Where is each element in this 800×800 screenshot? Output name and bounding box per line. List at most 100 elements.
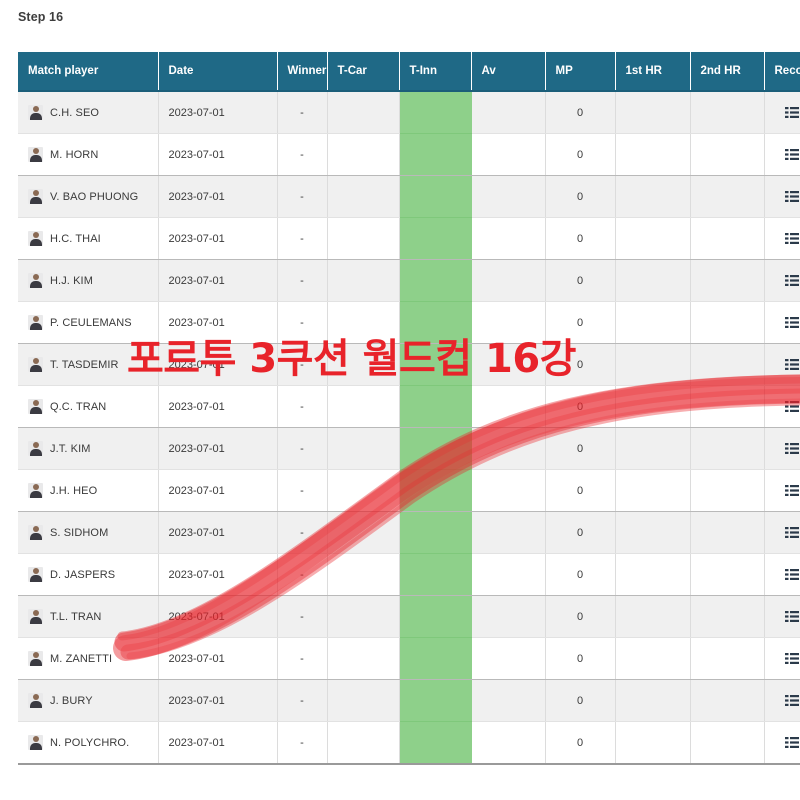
record-list-icon[interactable] — [784, 359, 799, 370]
cell-winner: - — [277, 301, 328, 344]
record-list-icon[interactable] — [784, 695, 799, 706]
player-avatar-icon — [28, 525, 43, 540]
record-list-icon[interactable] — [784, 149, 799, 160]
player-name: Q.C. TRAN — [50, 400, 107, 413]
player-name: H.C. THAI — [50, 232, 101, 245]
table-row[interactable]: H.C. THAI 2023-07-01- 0 — [18, 217, 800, 260]
cell-tinn — [399, 469, 472, 512]
cell-tcar — [327, 217, 400, 260]
cell-tinn — [399, 721, 472, 765]
table-body: C.H. SEO 2023-07-01-0 M. HORN 2023-07-01-0 V… — [18, 91, 800, 765]
step-label: Step 16 — [18, 10, 64, 24]
cell-record[interactable] — [764, 259, 800, 302]
cell-date: 2023-07-01 — [158, 469, 278, 512]
cell-record[interactable] — [764, 133, 800, 176]
player-name: J.H. HEO — [50, 484, 98, 497]
record-list-icon[interactable] — [784, 443, 799, 454]
table-row[interactable]: T. TASDEMIR 2023-07-01- 0 — [18, 343, 800, 386]
cell-record[interactable] — [764, 175, 800, 218]
cell-record[interactable] — [764, 637, 800, 680]
table-row[interactable]: J.T. KIM 2023-07-01- 0 — [18, 427, 800, 470]
cell-record[interactable] — [764, 343, 800, 386]
column-header-hr1[interactable]: 1st HR — [615, 52, 691, 92]
cell-record[interactable] — [764, 385, 800, 428]
cell-winner: - — [277, 217, 328, 260]
record-list-icon[interactable] — [784, 653, 799, 664]
column-header-av[interactable]: Av — [471, 52, 546, 92]
record-list-icon[interactable] — [784, 485, 799, 496]
table-row[interactable]: C.H. SEO 2023-07-01- 0 — [18, 91, 800, 134]
cell-tcar — [327, 511, 400, 554]
record-list-icon[interactable] — [784, 275, 799, 286]
player-name: T.L. TRAN — [50, 610, 102, 623]
table-row[interactable]: J. BURY 2023-07-01- 0 — [18, 679, 800, 722]
record-list-icon[interactable] — [784, 527, 799, 538]
player-name: M. ZANETTI — [50, 652, 113, 665]
cell-mp: 0 — [545, 385, 616, 428]
cell-mp: 0 — [545, 553, 616, 596]
cell-hr1 — [615, 385, 691, 428]
cell-av — [471, 679, 546, 722]
cell-record[interactable] — [764, 721, 800, 765]
cell-record[interactable] — [764, 91, 800, 134]
record-list-icon[interactable] — [784, 107, 799, 118]
cell-record[interactable] — [764, 553, 800, 596]
cell-player: J. BURY — [18, 679, 159, 722]
player-avatar-icon — [28, 567, 43, 582]
player-name: T. TASDEMIR — [50, 358, 119, 371]
player-avatar-icon — [28, 483, 43, 498]
cell-record[interactable] — [764, 469, 800, 512]
record-list-icon[interactable] — [784, 233, 799, 244]
record-list-icon[interactable] — [784, 401, 799, 412]
cell-date: 2023-07-01 — [158, 385, 278, 428]
cell-tcar — [327, 91, 400, 134]
cell-record[interactable] — [764, 679, 800, 722]
table-row[interactable]: N. POLYCHRO. 2023-07-01- 0 — [18, 721, 800, 765]
cell-av — [471, 91, 546, 134]
column-header-mp[interactable]: MP — [545, 52, 616, 92]
cell-av — [471, 259, 546, 302]
column-header-winner[interactable]: Winner — [277, 52, 328, 92]
cell-record[interactable] — [764, 427, 800, 470]
column-header-tcar[interactable]: T-Car — [327, 52, 400, 92]
cell-av — [471, 721, 546, 765]
record-list-icon[interactable] — [784, 317, 799, 328]
record-list-icon[interactable] — [784, 611, 799, 622]
column-header-date[interactable]: Date — [158, 52, 278, 92]
column-header-player[interactable]: Match player — [18, 52, 159, 92]
cell-hr2 — [690, 721, 765, 765]
cell-tcar — [327, 427, 400, 470]
record-list-icon[interactable] — [784, 191, 799, 202]
cell-record[interactable] — [764, 301, 800, 344]
table-row[interactable]: V. BAO PHUONG 2023-07-01- 0 — [18, 175, 800, 218]
table-row[interactable]: Q.C. TRAN 2023-07-01- 0 — [18, 385, 800, 428]
column-header-record[interactable]: Record — [764, 52, 800, 92]
cell-av — [471, 511, 546, 554]
table-row[interactable]: M. HORN 2023-07-01- 0 — [18, 133, 800, 176]
cell-date: 2023-07-01 — [158, 721, 278, 765]
column-header-hr2[interactable]: 2nd HR — [690, 52, 765, 92]
player-avatar-icon — [28, 693, 43, 708]
table-row[interactable]: M. ZANETTI 2023-07-01- 0 — [18, 637, 800, 680]
table-row[interactable]: T.L. TRAN 2023-07-01- 0 — [18, 595, 800, 638]
cell-hr2 — [690, 511, 765, 554]
cell-record[interactable] — [764, 217, 800, 260]
cell-tinn — [399, 637, 472, 680]
cell-mp: 0 — [545, 175, 616, 218]
record-list-icon[interactable] — [784, 737, 799, 748]
cell-hr1 — [615, 175, 691, 218]
table-row[interactable]: J.H. HEO 2023-07-01- 0 — [18, 469, 800, 512]
cell-record[interactable] — [764, 511, 800, 554]
cell-winner: - — [277, 469, 328, 512]
table-row[interactable]: D. JASPERS 2023-07-01- 0 — [18, 553, 800, 596]
cell-record[interactable] — [764, 595, 800, 638]
column-header-tinn[interactable]: T-Inn — [399, 52, 472, 92]
cell-hr2 — [690, 469, 765, 512]
cell-winner: - — [277, 91, 328, 134]
table-row[interactable]: S. SIDHOM 2023-07-01- 0 — [18, 511, 800, 554]
table-row[interactable]: H.J. KIM 2023-07-01- 0 — [18, 259, 800, 302]
record-list-icon[interactable] — [784, 569, 799, 580]
cell-hr1 — [615, 217, 691, 260]
cell-tcar — [327, 343, 400, 386]
table-row[interactable]: P. CEULEMANS 2023-07-01- 0 — [18, 301, 800, 344]
